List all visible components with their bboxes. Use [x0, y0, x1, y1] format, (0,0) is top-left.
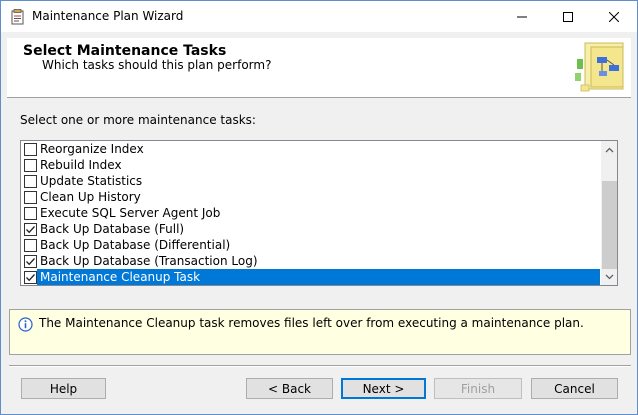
info-icon	[18, 317, 33, 332]
checkbox-unchecked[interactable]	[24, 191, 37, 204]
task-description-box: The Maintenance Cleanup task removes fil…	[9, 309, 631, 355]
task-list-item[interactable]: Back Up Database (Transaction Log)	[21, 253, 601, 269]
task-label: Back Up Database (Differential)	[40, 238, 231, 252]
wizard-window: Maintenance Plan Wizard Select Maintenan…	[0, 0, 638, 415]
checkbox-checked[interactable]	[24, 271, 37, 284]
task-list-item[interactable]: Update Statistics	[21, 173, 601, 189]
checkbox-unchecked[interactable]	[24, 239, 37, 252]
task-list-item[interactable]: Rebuild Index	[21, 157, 601, 173]
footer-divider	[9, 365, 631, 367]
next-button[interactable]: Next >	[341, 378, 426, 399]
task-label: Back Up Database (Full)	[40, 222, 185, 236]
task-list-item[interactable]: Back Up Database (Full)	[21, 221, 601, 237]
checkmark-icon	[26, 258, 35, 266]
task-label: Maintenance Cleanup Task	[37, 269, 600, 285]
maximize-icon	[563, 11, 573, 22]
task-checklist[interactable]: Reorganize Index Rebuild Index Update Stat…	[20, 140, 618, 286]
help-button[interactable]: Help	[21, 378, 106, 399]
chevron-down-icon	[605, 274, 614, 279]
wizard-app-icon	[11, 9, 24, 25]
close-icon	[609, 11, 619, 22]
checkbox-checked[interactable]	[24, 223, 37, 236]
checkmark-icon	[26, 274, 35, 282]
task-label: Clean Up History	[40, 190, 141, 204]
back-button[interactable]: < Back	[246, 378, 333, 399]
window-title: Maintenance Plan Wizard	[32, 9, 184, 23]
page-subtitle: Which tasks should this plan perform?	[42, 58, 272, 72]
task-label: Execute SQL Server Agent Job	[40, 206, 221, 220]
task-list-item[interactable]: Reorganize Index	[21, 141, 601, 157]
title-bar[interactable]: Maintenance Plan Wizard	[1, 1, 637, 32]
checkmark-icon	[26, 226, 35, 234]
maximize-button[interactable]	[545, 1, 591, 32]
task-label: Update Statistics	[40, 174, 143, 188]
task-label: Reorganize Index	[40, 142, 144, 156]
task-label: Back Up Database (Transaction Log)	[40, 254, 258, 268]
checkbox-unchecked[interactable]	[24, 207, 37, 220]
wizard-banner-icon	[575, 42, 624, 92]
page-title: Select Maintenance Tasks	[23, 43, 227, 59]
scroll-down-button[interactable]	[601, 268, 617, 285]
task-description-text: The Maintenance Cleanup task removes fil…	[39, 316, 584, 330]
task-list-scrollbar[interactable]	[601, 141, 617, 285]
task-list-item[interactable]: Back Up Database (Differential)	[21, 237, 601, 253]
task-label: Rebuild Index	[40, 158, 122, 172]
checkbox-unchecked[interactable]	[24, 175, 37, 188]
checkbox-unchecked[interactable]	[24, 143, 37, 156]
minimize-icon	[517, 16, 527, 17]
chevron-up-icon	[605, 147, 614, 152]
task-list-item[interactable]: Clean Up History	[21, 189, 601, 205]
minimize-button[interactable]	[499, 1, 545, 32]
task-list-item[interactable]: Maintenance Cleanup Task	[21, 269, 601, 285]
scroll-up-button[interactable]	[601, 141, 617, 158]
finish-button[interactable]: Finish	[434, 378, 522, 399]
scroll-thumb[interactable]	[602, 181, 617, 269]
close-button[interactable]	[591, 1, 637, 32]
checkbox-unchecked[interactable]	[24, 159, 37, 172]
task-prompt-label: Select one or more maintenance tasks:	[20, 113, 256, 127]
task-list-item[interactable]: Execute SQL Server Agent Job	[21, 205, 601, 221]
wizard-header: Select Maintenance Tasks Which tasks sho…	[7, 38, 631, 98]
checkbox-checked[interactable]	[24, 255, 37, 268]
cancel-button[interactable]: Cancel	[531, 378, 618, 399]
